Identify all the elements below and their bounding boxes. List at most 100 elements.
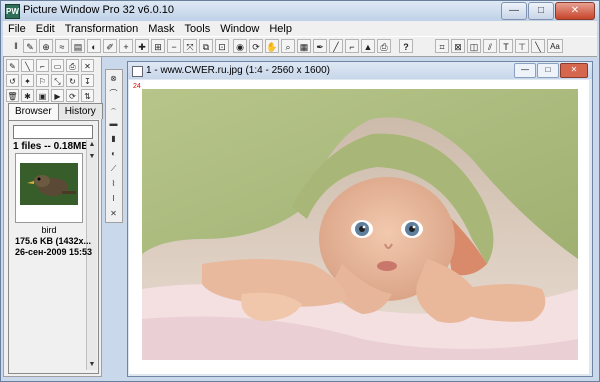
doc-maximize-button[interactable]: □ xyxy=(537,63,559,78)
tab-history[interactable]: History xyxy=(57,103,103,119)
vtool-5-icon[interactable]: ▮ xyxy=(107,132,120,145)
vtool-10-icon[interactable]: ✕ xyxy=(107,207,120,220)
bucket-tool-icon[interactable]: ◐ xyxy=(87,39,101,53)
browser-panel: ✎ ╲ ⌐ ▭ ⎙ ✕ ↺ ✦ ⚐ ⤡ ↻ ↧ 🗑 ✱ ▣ ▶ ⟳ ⇅ Brow… xyxy=(3,56,103,377)
move-tool-icon[interactable]: ✚ xyxy=(135,39,149,53)
star-icon[interactable]: ✱ xyxy=(21,89,34,102)
crop-tool-icon[interactable]: ⤧ xyxy=(183,39,197,53)
zoom-tool-icon[interactable]: ⌕ xyxy=(281,39,295,53)
sort-icon[interactable]: ⇅ xyxy=(81,89,94,102)
menu-tools[interactable]: Tools xyxy=(180,23,216,35)
close-button[interactable]: ✕ xyxy=(555,2,595,20)
document-window: 1 - www.CWER.ru.jpg (1:4 - 2560 x 1600) … xyxy=(127,61,593,377)
vtool-1-icon[interactable]: ⊗ xyxy=(107,72,120,85)
diagonal-icon[interactable]: ╲ xyxy=(531,39,545,53)
title-bar[interactable]: PW Picture Window Pro 32 v6.0.10 — □ ✕ xyxy=(1,1,599,21)
help-button[interactable]: ? xyxy=(399,39,413,53)
browser-tool-10-icon[interactable]: ⤡ xyxy=(51,74,64,87)
measure-icon[interactable]: ⊤ xyxy=(515,39,529,53)
menu-bar: File Edit Transformation Mask Tools Wind… xyxy=(3,21,597,36)
browser-tool-11-icon[interactable]: ↻ xyxy=(66,74,79,87)
transform-icon[interactable]: ◫ xyxy=(467,39,481,53)
perspective-icon[interactable]: ⫽ xyxy=(483,39,497,53)
browser-tool-7-icon[interactable]: ↺ xyxy=(6,74,19,87)
brush-tool-icon[interactable]: ✎ xyxy=(23,39,37,53)
vtool-6-icon[interactable]: ◐ xyxy=(107,147,120,160)
document-title-bar[interactable]: 1 - www.CWER.ru.jpg (1:4 - 2560 x 1600) … xyxy=(128,62,592,79)
menu-mask[interactable]: Mask xyxy=(143,23,179,35)
vertical-toolbar: ⊗ ⌒ ⌢ ▬ ▮ ◐ ⟋ ⌇ I ✕ xyxy=(105,69,123,223)
doc-close-button[interactable]: ✕ xyxy=(560,63,588,78)
composite-tool-icon[interactable]: ⧉ xyxy=(199,39,213,53)
scroll-down-icon[interactable]: ▼ xyxy=(87,360,97,370)
bird-thumbnail xyxy=(20,163,78,205)
delete-icon[interactable]: 🗑 xyxy=(6,89,19,102)
vtool-7-icon[interactable]: ⟋ xyxy=(107,162,120,175)
image-icon[interactable]: ▣ xyxy=(36,89,49,102)
folder-path-field[interactable] xyxy=(13,125,93,139)
vtool-4-icon[interactable]: ▬ xyxy=(107,117,120,130)
crop-frame-icon[interactable]: ⌗ xyxy=(435,39,449,53)
browser-tool-4-icon[interactable]: ▭ xyxy=(51,59,64,72)
menu-help[interactable]: Help xyxy=(264,23,297,35)
paint-tool-icon[interactable]: ✐ xyxy=(103,39,117,53)
dropper-tool-icon[interactable]: ⌐ xyxy=(345,39,359,53)
panel-tabs: Browser History xyxy=(8,103,103,120)
refresh-icon[interactable]: ⟳ xyxy=(66,89,79,102)
files-summary: 1 files -- 0.18MB xyxy=(13,141,89,152)
clone-tool-icon[interactable]: ⊕ xyxy=(39,39,53,53)
thumbnail-size: 175.6 KB (1432x... xyxy=(15,236,92,246)
toolbar-grip-icon: ‖ xyxy=(14,41,18,51)
browser-tool-2-icon[interactable]: ╲ xyxy=(21,59,34,72)
main-toolbar: ‖ ✎ ⊕ ≈ ▤ ◐ ✐ + ✚ ⊞ − ⤧ ⧉ ⊡ ◉ ⟳ ✋ ⌕ ▦ ✒ … xyxy=(3,36,597,57)
camera-tool-icon[interactable]: ◉ xyxy=(233,39,247,53)
image-canvas[interactable]: 24 xyxy=(129,80,589,374)
vtool-3-icon[interactable]: ⌢ xyxy=(107,102,120,115)
browser-tool-1-icon[interactable]: ✎ xyxy=(6,59,19,72)
add-tool-icon[interactable]: + xyxy=(119,39,133,53)
baby-photo xyxy=(142,89,578,360)
menu-file[interactable]: File xyxy=(3,23,31,35)
vtool-9-icon[interactable]: I xyxy=(107,192,120,205)
browser-tool-12-icon[interactable]: ↧ xyxy=(81,74,94,87)
browser-tool-9-icon[interactable]: ⚐ xyxy=(36,74,49,87)
doc-minimize-button[interactable]: — xyxy=(514,63,536,78)
hand-tool-icon[interactable]: ✋ xyxy=(265,39,279,53)
vtool-2-icon[interactable]: ⌒ xyxy=(107,87,120,100)
histogram-tool-icon[interactable]: ▲ xyxy=(361,39,375,53)
print-tool-icon[interactable]: ⎙ xyxy=(377,39,391,53)
levels-tool-icon[interactable]: ▤ xyxy=(71,39,85,53)
thumbnail-card[interactable] xyxy=(15,153,83,223)
browser-tool-3-icon[interactable]: ⌐ xyxy=(36,59,49,72)
scroll-down-small-icon[interactable]: ▼ xyxy=(87,152,97,162)
stack-tool-icon[interactable]: ⊡ xyxy=(215,39,229,53)
text-frame-icon[interactable]: T xyxy=(499,39,513,53)
wave-tool-icon[interactable]: ≈ xyxy=(55,39,69,53)
browser-tool-5-icon[interactable]: ⎙ xyxy=(66,59,79,72)
browser-tool-6-icon[interactable]: ✕ xyxy=(81,59,94,72)
expand-icon[interactable]: ⊠ xyxy=(451,39,465,53)
pen-tool-icon[interactable]: ✒ xyxy=(313,39,327,53)
vtool-8-icon[interactable]: ⌇ xyxy=(107,177,120,190)
play-icon[interactable]: ▶ xyxy=(51,89,64,102)
minimize-button[interactable]: — xyxy=(501,2,527,20)
thumbnail-date: 26-сен-2009 15:53 xyxy=(15,247,92,257)
subtract-tool-icon[interactable]: − xyxy=(167,39,181,53)
menu-window[interactable]: Window xyxy=(215,23,264,35)
text-tool-button[interactable]: Aa xyxy=(547,39,563,53)
browser-toolbar: ✎ ╲ ⌐ ▭ ⎙ ✕ ↺ ✦ ⚐ ⤡ ↻ ↧ 🗑 ✱ ▣ ▶ ⟳ ⇅ xyxy=(6,59,98,102)
thumbnail-name: bird xyxy=(41,225,57,235)
ruler-value: 24 xyxy=(133,83,141,90)
rotate-tool-icon[interactable]: ⟳ xyxy=(249,39,263,53)
browser-tool-8-icon[interactable]: ✦ xyxy=(21,74,34,87)
resize-tool-icon[interactable]: ⊞ xyxy=(151,39,165,53)
line-tool-icon[interactable]: ╱ xyxy=(329,39,343,53)
app-icon: PW xyxy=(5,4,20,19)
menu-transformation[interactable]: Transformation xyxy=(60,23,144,35)
menu-edit[interactable]: Edit xyxy=(31,23,60,35)
tab-browser[interactable]: Browser xyxy=(8,103,59,120)
grid-tool-icon[interactable]: ▦ xyxy=(297,39,311,53)
maximize-button[interactable]: □ xyxy=(528,2,554,20)
app-window: PW Picture Window Pro 32 v6.0.10 — □ ✕ F… xyxy=(0,0,600,382)
scroll-up-icon[interactable]: ▲ xyxy=(87,140,97,150)
